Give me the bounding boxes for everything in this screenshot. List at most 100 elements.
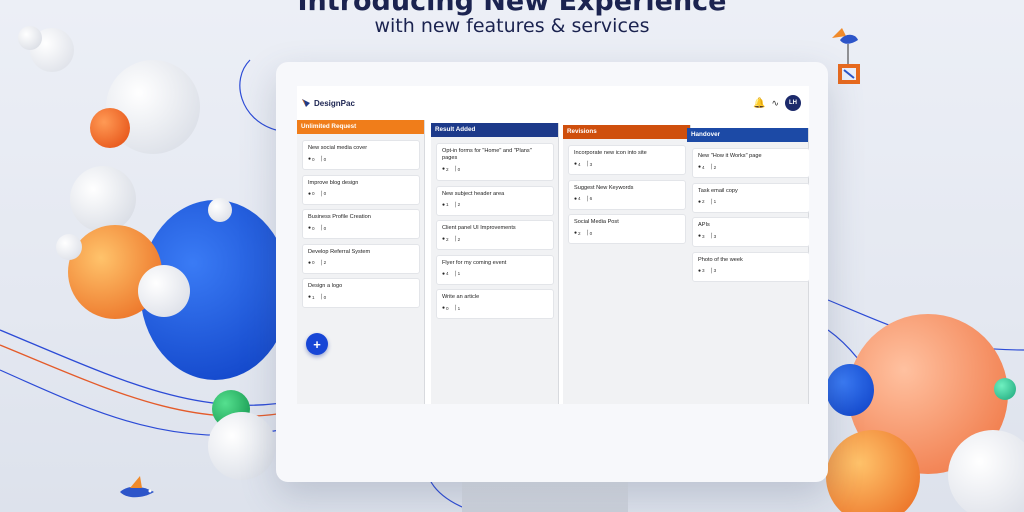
task-meta: ● 2 ⌠ 0	[442, 166, 548, 172]
attachment-count: 0	[589, 230, 593, 236]
attachment-count: 1	[457, 271, 461, 276]
column-handover: Handover New "How it Works" page ● 4 ⌠ 2 Task …	[687, 128, 809, 404]
orange-sphere	[90, 108, 130, 148]
white-sphere	[208, 412, 276, 480]
task-card[interactable]: Flyer for my coming event ● 4 ⌠ 1	[436, 254, 554, 285]
task-card[interactable]: Design a logo ● 1 ⌠ 0	[302, 278, 420, 308]
green-sphere	[994, 378, 1016, 400]
task-card[interactable]: Improve blog design ● 0 ⌠ 0	[302, 174, 420, 205]
brand-logo[interactable]: DesignPac	[301, 98, 355, 108]
attachment-icon: ⌠	[453, 166, 457, 172]
task-card[interactable]: Write an article ● 0 ⌠ 1	[436, 289, 554, 319]
comment-icon: ●	[442, 201, 446, 208]
attachment-icon: ⌠	[453, 305, 457, 311]
app-screen: DesignPac 🔔 ∿ LH Unlimited Request New so…	[297, 86, 809, 404]
task-card[interactable]: Suggest New Keywords ● 4 ⌠ 6	[568, 179, 686, 210]
attachment-count: 0	[323, 225, 327, 231]
comment-icon: ●	[308, 156, 312, 162]
task-card[interactable]: Incorporate new icon into site ● 4 ⌠ 3	[568, 145, 686, 175]
logo-mark-icon	[302, 99, 310, 107]
attachment-icon: ⌠	[709, 233, 713, 239]
task-meta: ● 1 ⌠ 0	[308, 294, 414, 300]
attachment-icon: ⌠	[319, 259, 323, 266]
attachment-count: 1	[713, 199, 717, 204]
task-card[interactable]: APIs ● 3 ⌠ 3	[692, 217, 809, 247]
attachment-icon: ⌠	[453, 236, 457, 242]
comment-count: 0	[312, 191, 315, 196]
attachment-count: 3	[713, 268, 717, 273]
task-meta: ● 4 ⌠ 3	[574, 161, 680, 167]
task-card[interactable]: New "How it Works" page ● 4 ⌠ 2	[692, 148, 809, 178]
task-title: Suggest New Keywords	[574, 184, 634, 191]
comment-count: 1	[446, 202, 449, 207]
task-card[interactable]: Client panel UI Improvements ● 2 ⌠ 2	[436, 220, 554, 250]
comment-icon: ●	[574, 161, 578, 167]
avatar[interactable]: LH	[785, 95, 801, 111]
attachment-count: 3	[589, 161, 593, 167]
task-title: Task email copy	[698, 187, 738, 194]
column-header[interactable]: Result Added	[431, 123, 558, 137]
attachment-count: 2	[713, 164, 717, 170]
task-card[interactable]: Task email copy ● 2 ⌠ 1	[692, 182, 809, 213]
comment-count: 2	[702, 199, 705, 204]
task-title: New "How it Works" page	[698, 153, 762, 159]
white-sphere	[208, 198, 232, 222]
monitor-stand	[462, 478, 628, 512]
bird-icon	[120, 476, 154, 498]
task-card[interactable]: Business Profile Creation ● 0 ⌠ 0	[302, 209, 420, 239]
attachment-icon: ⌠	[453, 270, 457, 277]
activity-icon[interactable]: ∿	[771, 98, 779, 109]
task-meta: ● 2 ⌠ 1	[698, 199, 804, 205]
comment-count: 0	[312, 260, 315, 265]
comment-count: 0	[312, 156, 315, 162]
comment-icon: ●	[698, 198, 702, 205]
comment-icon: ●	[308, 294, 312, 300]
comment-icon: ●	[442, 236, 446, 242]
add-button[interactable]: +	[306, 333, 328, 355]
comment-icon: ●	[308, 190, 312, 197]
task-card[interactable]: New social media cover ● 0 ⌠ 0	[302, 140, 420, 170]
task-title: Develop Referral System	[308, 248, 371, 255]
task-card[interactable]: Photo of the week ● 3 ⌠ 3	[692, 251, 809, 282]
attachment-icon: ⌠	[319, 190, 323, 197]
task-title: APIs	[698, 222, 710, 228]
attachment-count: 0	[323, 191, 327, 196]
comment-count: 3	[702, 268, 705, 273]
column-result-added: Result Added Opt-in forms for "Home" and …	[431, 123, 559, 404]
task-meta: ● 0 ⌠ 0	[308, 191, 414, 197]
task-meta: ● 4 ⌠ 2	[698, 164, 804, 170]
task-card[interactable]: New subject header area ● 1 ⌠ 2	[436, 185, 554, 216]
task-title: Client panel UI Improvements	[442, 225, 516, 231]
attachment-icon: ⌠	[585, 195, 589, 202]
column-header[interactable]: Handover	[687, 128, 808, 142]
comment-icon: ●	[442, 270, 446, 277]
attachment-icon: ⌠	[709, 198, 713, 205]
task-title: New social media cover	[308, 145, 368, 151]
hero-subline: with new features & services	[374, 15, 650, 37]
task-meta: ● 4 ⌠ 1	[442, 271, 548, 277]
task-title: Design a logo	[308, 283, 343, 289]
attachment-icon: ⌠	[585, 161, 589, 167]
task-title: Photo of the week	[698, 256, 743, 263]
task-card[interactable]: Social Media Post ● 2 ⌠ 0	[568, 214, 686, 244]
comment-count: 4	[446, 271, 449, 276]
white-sphere	[56, 234, 82, 260]
attachment-icon: ⌠	[709, 267, 713, 274]
task-card[interactable]: Opt-in forms for "Home" and "Plans" page…	[436, 143, 554, 181]
column-header[interactable]: Unlimited Request	[297, 120, 424, 134]
attachment-count: 3	[713, 233, 717, 239]
comment-icon: ●	[698, 164, 702, 170]
task-meta: ● 0 ⌠ 1	[442, 305, 548, 311]
task-meta: ● 0 ⌠ 0	[308, 225, 414, 231]
comment-icon: ●	[308, 225, 312, 231]
attachment-icon: ⌠	[709, 164, 713, 170]
attachment-icon: ⌠	[453, 201, 457, 208]
task-meta: ● 1 ⌠ 2	[442, 202, 548, 208]
bell-icon[interactable]: 🔔	[753, 98, 765, 109]
task-card[interactable]: Develop Referral System ● 0 ⌠ 2	[302, 243, 420, 274]
white-sphere	[70, 166, 136, 232]
white-sphere	[138, 265, 190, 317]
column-header[interactable]: Revisions	[563, 125, 690, 139]
comment-icon: ●	[698, 233, 702, 239]
comment-icon: ●	[308, 259, 312, 266]
